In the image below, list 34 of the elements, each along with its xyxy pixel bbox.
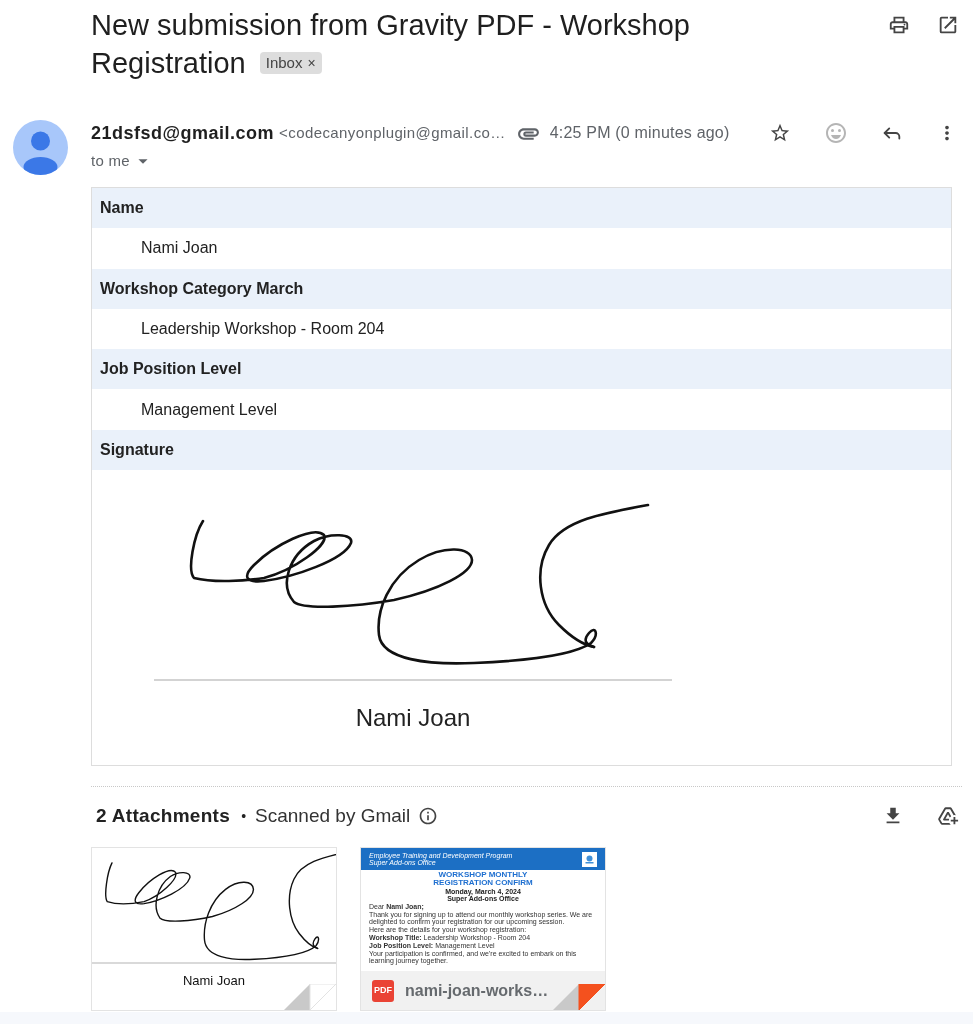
sender-email: <codecanyonplugin@gmail.co… — [279, 122, 506, 143]
document-title: WORKSHOP MONTHLY REGISTRATION CONFIRM — [432, 871, 534, 888]
chip-label: Inbox — [265, 53, 303, 73]
folded-corner-icon — [553, 984, 605, 1011]
attachment-card[interactable] — [360, 847, 606, 1012]
separator-dot: • — [241, 806, 247, 826]
field-label: Signature — [92, 429, 951, 471]
field-label: Name — [92, 188, 951, 229]
attachments-count: 2 Attachments — [96, 803, 231, 828]
scan-note: Scanned by Gmail — [255, 803, 411, 828]
field-value: Nami Joan — [141, 238, 218, 259]
info-icon[interactable] — [418, 806, 439, 827]
field-value: Management Level — [141, 399, 278, 420]
logo-icon — [582, 851, 597, 867]
star-icon[interactable] — [769, 122, 791, 144]
add-to-drive-icon[interactable] — [937, 805, 959, 828]
field-value: Leadership Workshop - Room 204 — [141, 319, 385, 340]
attachment-card[interactable]: Nami Joan — [91, 847, 337, 1012]
signature-name: Nami Joan — [355, 703, 471, 734]
file-name: nami-joan-works… — [405, 980, 549, 1001]
field-label: Job Position Level — [92, 349, 951, 390]
field-label: Workshop Category March — [92, 268, 951, 309]
recipients-text: to me — [91, 150, 130, 171]
email-subject: Registration — [91, 46, 246, 81]
email-subject: New submission from Gravity PDF - Workshop — [91, 8, 690, 43]
image-caption: Nami Joan — [182, 972, 246, 991]
file-type-tag: PDF — [372, 979, 394, 1002]
avatar-icon — [13, 120, 68, 175]
open-in-new-window-icon[interactable] — [937, 14, 959, 36]
sender-name: 21dsfsd@gmail.com — [91, 121, 275, 145]
folded-corner-icon — [284, 984, 336, 1011]
message-time: 4:25 PM (0 minutes ago) — [549, 123, 730, 143]
print-icon[interactable] — [888, 14, 910, 36]
remove-label-button[interactable]: × — [307, 52, 316, 74]
